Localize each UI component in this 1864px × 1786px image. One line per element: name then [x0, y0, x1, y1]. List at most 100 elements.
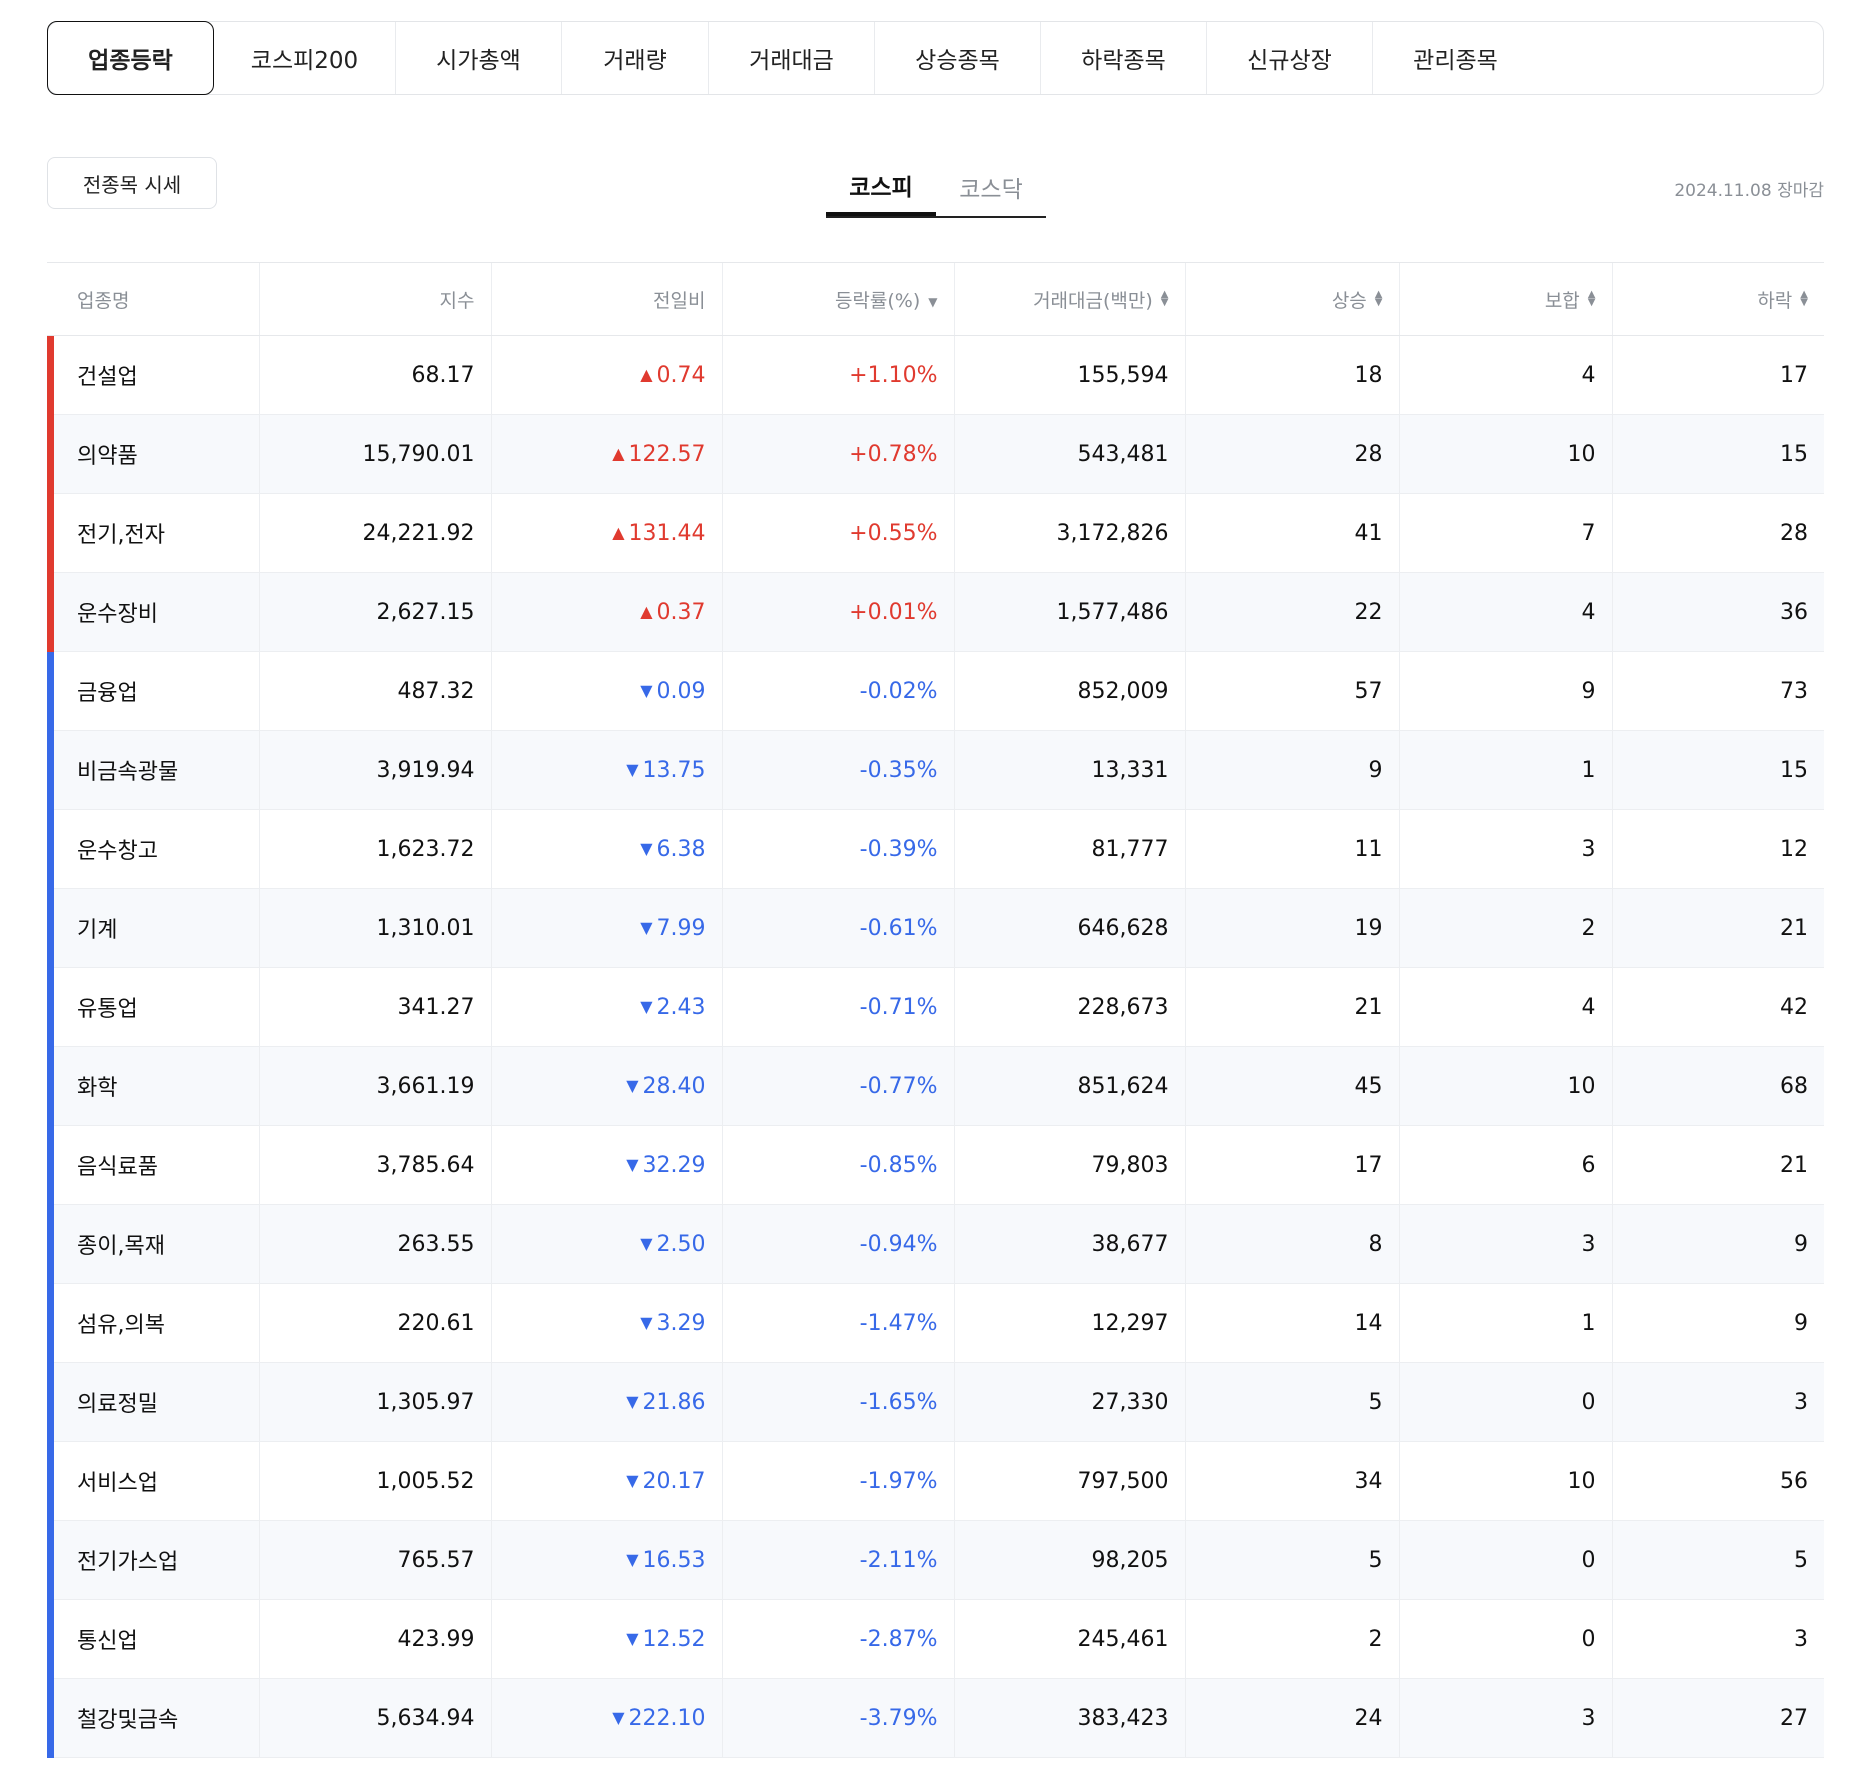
sector-name[interactable]: 금융업: [77, 681, 138, 706]
tab-0[interactable]: 업종등락: [47, 21, 214, 95]
sector-name[interactable]: 운수창고: [77, 839, 158, 864]
table-row[interactable]: 의약품 15,790.01 ▲ 122.57 +0.78% 543,481 28 10 15: [47, 414, 1824, 494]
sector-name-cell[interactable]: 통신업: [47, 1599, 259, 1679]
rate-cell: -1.47%: [721, 1283, 954, 1363]
header-rate[interactable]: 등락률(%) ▼: [721, 262, 954, 336]
rise-count-cell: 57: [1184, 651, 1399, 731]
table-row[interactable]: 건설업 68.17 ▲ 0.74 +1.10% 155,594 18 4 17: [47, 335, 1824, 415]
sector-name[interactable]: 의료정밀: [77, 1392, 158, 1417]
table-row[interactable]: 운수장비 2,627.15 ▲ 0.37 +0.01% 1,577,486 22 4 36: [47, 572, 1824, 652]
tab-4[interactable]: 거래대금: [708, 22, 874, 94]
sector-name[interactable]: 서비스업: [77, 1471, 158, 1496]
table-row[interactable]: 운수창고 1,623.72 ▼ 6.38 -0.39% 81,777 11 3 12: [47, 809, 1824, 889]
tab-3[interactable]: 거래량: [561, 22, 708, 94]
change-cell: ▼ 7.99: [490, 888, 722, 968]
all-stocks-button[interactable]: 전종목 시세: [47, 157, 217, 209]
header-fall-label: 하락: [1757, 289, 1793, 312]
sector-name-cell[interactable]: 비금속광물: [47, 730, 259, 810]
table-row[interactable]: 유통업 341.27 ▼ 2.43 -0.71% 228,673 21 4 42: [47, 967, 1824, 1047]
change-cell: ▲ 122.57: [490, 414, 722, 494]
table-row[interactable]: 기계 1,310.01 ▼ 7.99 -0.61% 646,628 19 2 21: [47, 888, 1824, 968]
change-cell: ▼ 0.09: [490, 651, 722, 731]
table-row[interactable]: 금융업 487.32 ▼ 0.09 -0.02% 852,009 57 9 73: [47, 651, 1824, 731]
sector-name-cell[interactable]: 의료정밀: [47, 1362, 259, 1442]
change-value: 0.09: [656, 678, 706, 704]
sector-name-cell[interactable]: 운수장비: [47, 572, 259, 652]
header-flat[interactable]: 보합 ▲ ▼: [1398, 262, 1612, 336]
sector-name-cell[interactable]: 의약품: [47, 414, 259, 494]
sector-name[interactable]: 건설업: [77, 365, 138, 390]
sector-name-cell[interactable]: 유통업: [47, 967, 259, 1047]
header-fall[interactable]: 하락 ▲ ▼: [1611, 262, 1824, 336]
sector-name[interactable]: 기계: [77, 918, 117, 943]
index-cell: 220.61: [258, 1283, 491, 1363]
table-row[interactable]: 통신업 423.99 ▼ 12.52 -2.87% 245,461 2 0 3: [47, 1599, 1824, 1679]
sector-name-cell[interactable]: 섬유,의복: [47, 1283, 259, 1363]
tab-2[interactable]: 시가총액: [395, 22, 561, 94]
sector-name[interactable]: 운수장비: [77, 602, 158, 627]
fall-count-cell: 17: [1611, 335, 1824, 415]
sector-name-cell[interactable]: 운수창고: [47, 809, 259, 889]
header-rise[interactable]: 상승 ▲ ▼: [1184, 262, 1399, 336]
fall-count-cell: 21: [1611, 888, 1824, 968]
sector-name-cell[interactable]: 철강및금속: [47, 1678, 259, 1758]
sector-name-cell[interactable]: 음식료품: [47, 1125, 259, 1205]
sector-name[interactable]: 섬유,의복: [77, 1313, 165, 1338]
amount-cell: 852,009: [953, 651, 1185, 731]
amount-cell: 383,423: [953, 1678, 1185, 1758]
sector-name-cell[interactable]: 종이,목재: [47, 1204, 259, 1284]
tab-1[interactable]: 코스피200: [214, 22, 395, 94]
sector-name[interactable]: 전기가스업: [77, 1550, 178, 1575]
sector-name-cell[interactable]: 서비스업: [47, 1441, 259, 1521]
sector-name[interactable]: 통신업: [77, 1629, 138, 1654]
sort-toggle-icon[interactable]: ▲ ▼: [1588, 290, 1596, 308]
tab-kospi[interactable]: 코스피: [826, 158, 936, 216]
table-row[interactable]: 철강및금속 5,634.94 ▼ 222.10 -3.79% 383,423 24 3 27: [47, 1678, 1824, 1758]
tab-7[interactable]: 신규상장: [1206, 22, 1372, 94]
tab-kosdaq[interactable]: 코스닥: [936, 158, 1046, 216]
direction-bar: [47, 968, 54, 1047]
sector-name-cell[interactable]: 전기가스업: [47, 1520, 259, 1600]
table-row[interactable]: 전기,전자 24,221.92 ▲ 131.44 +0.55% 3,172,826 41 7 2…: [47, 493, 1824, 573]
sector-name[interactable]: 음식료품: [77, 1155, 158, 1180]
sort-toggle-icon[interactable]: ▲ ▼: [1375, 290, 1383, 308]
sector-name-cell[interactable]: 금융업: [47, 651, 259, 731]
sector-name[interactable]: 유통업: [77, 997, 138, 1022]
sort-toggle-icon[interactable]: ▲ ▼: [1161, 290, 1169, 308]
table-row[interactable]: 서비스업 1,005.52 ▼ 20.17 -1.97% 797,500 34 10 56: [47, 1441, 1824, 1521]
tab-5[interactable]: 상승종목: [874, 22, 1040, 94]
change-cell: ▼ 12.52: [490, 1599, 722, 1679]
up-triangle-icon: ▲: [612, 443, 625, 463]
sector-name-cell[interactable]: 화학: [47, 1046, 259, 1126]
change-value: 13.75: [642, 757, 706, 783]
table-row[interactable]: 섬유,의복 220.61 ▼ 3.29 -1.47% 12,297 14 1 9: [47, 1283, 1824, 1363]
rate-cell: -3.79%: [721, 1678, 954, 1758]
table-row[interactable]: 전기가스업 765.57 ▼ 16.53 -2.11% 98,205 5 0 5: [47, 1520, 1824, 1600]
down-triangle-icon: ▼: [626, 1391, 639, 1411]
fall-count-cell: 12: [1611, 809, 1824, 889]
fall-count-cell: 36: [1611, 572, 1824, 652]
tab-8[interactable]: 관리종목: [1372, 22, 1538, 94]
sort-toggle-icon[interactable]: ▲ ▼: [1800, 290, 1808, 308]
change-cell: ▼ 21.86: [490, 1362, 722, 1442]
table-row[interactable]: 종이,목재 263.55 ▼ 2.50 -0.94% 38,677 8 3 9: [47, 1204, 1824, 1284]
sector-name-cell[interactable]: 건설업: [47, 335, 259, 415]
index-cell: 487.32: [258, 651, 491, 731]
header-amount[interactable]: 거래대금(백만) ▲ ▼: [953, 262, 1185, 336]
table-row[interactable]: 비금속광물 3,919.94 ▼ 13.75 -0.35% 13,331 9 1 15: [47, 730, 1824, 810]
sector-name[interactable]: 전기,전자: [77, 523, 165, 548]
sector-name[interactable]: 화학: [77, 1076, 117, 1101]
table-row[interactable]: 화학 3,661.19 ▼ 28.40 -0.77% 851,624 45 10 68: [47, 1046, 1824, 1126]
sector-name-cell[interactable]: 전기,전자: [47, 493, 259, 573]
table-row[interactable]: 의료정밀 1,305.97 ▼ 21.86 -1.65% 27,330 5 0 3: [47, 1362, 1824, 1442]
sector-name[interactable]: 의약품: [77, 444, 138, 469]
sector-name-cell[interactable]: 기계: [47, 888, 259, 968]
sector-name[interactable]: 비금속광물: [77, 760, 178, 785]
sector-name[interactable]: 철강및금속: [77, 1708, 178, 1733]
fall-count-cell: 28: [1611, 493, 1824, 573]
sector-name[interactable]: 종이,목재: [77, 1234, 165, 1259]
tab-6[interactable]: 하락종목: [1040, 22, 1206, 94]
table-row[interactable]: 음식료품 3,785.64 ▼ 32.29 -0.85% 79,803 17 6 21: [47, 1125, 1824, 1205]
sort-desc-icon[interactable]: ▼: [928, 295, 937, 309]
rate-cell: -0.71%: [721, 967, 954, 1047]
